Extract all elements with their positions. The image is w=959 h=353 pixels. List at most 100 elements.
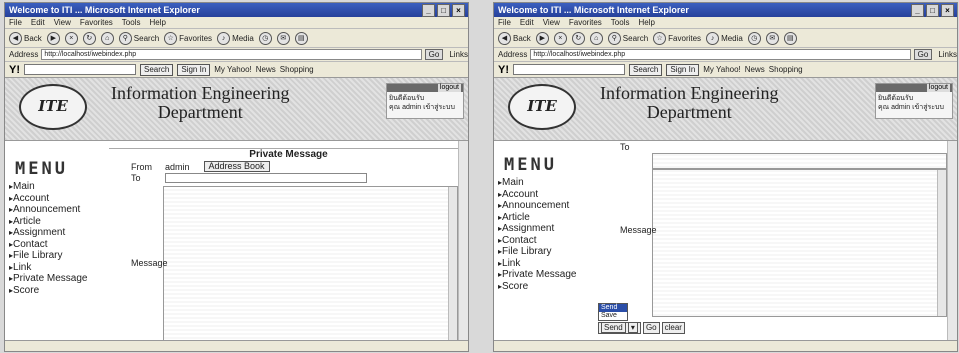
menu-view[interactable]: View	[543, 17, 560, 28]
menu-item-link[interactable]: Link	[5, 262, 109, 274]
links-label[interactable]: Links	[938, 50, 957, 59]
menu-item-file-library[interactable]: File Library	[5, 250, 109, 262]
refresh-icon[interactable]: ↻	[571, 31, 585, 45]
action-select[interactable]: Send ▾	[598, 322, 641, 334]
refresh-icon[interactable]: ↻	[82, 31, 96, 45]
menu-file[interactable]: File	[9, 17, 22, 28]
back-arrow-icon: ◀	[498, 31, 511, 45]
option-save[interactable]: Save	[599, 312, 627, 320]
go-submit-button[interactable]: Go	[642, 322, 660, 334]
print-icon[interactable]: ▤	[783, 31, 797, 45]
menu-item-private-message[interactable]: Private Message	[5, 273, 109, 285]
message-textarea[interactable]	[163, 186, 458, 344]
page-scrollbar[interactable]	[947, 141, 957, 341]
media-button[interactable]: ♪ Media	[706, 31, 743, 45]
address-label: Address	[9, 50, 39, 59]
menu-item-announcement[interactable]: Announcement	[494, 200, 598, 212]
option-send[interactable]: Send	[599, 304, 627, 312]
forward-arrow-icon[interactable]: ▶	[46, 31, 60, 45]
yahoo-search-input[interactable]	[513, 64, 625, 75]
menu-item-main[interactable]: Main	[494, 177, 598, 189]
back-button[interactable]: ◀ Back	[498, 31, 531, 45]
menu-item-article[interactable]: Article	[5, 216, 109, 228]
menu-tools[interactable]: Tools	[611, 17, 630, 28]
address-book-button[interactable]: Address Book	[203, 161, 270, 172]
search-button[interactable]: ⚲ Search	[607, 31, 648, 45]
address-input[interactable]: http://localhost/iwebindex.php	[41, 49, 422, 60]
home-icon[interactable]: ⌂	[100, 31, 114, 45]
go-button[interactable]: Go	[424, 49, 444, 60]
menu-item-main[interactable]: Main	[5, 181, 109, 193]
action-dropdown-list[interactable]: Send Save	[598, 303, 628, 321]
clear-button[interactable]: clear	[661, 322, 685, 334]
logout-button[interactable]: logout	[926, 84, 950, 92]
stop-icon[interactable]: ×	[64, 31, 78, 45]
back-button[interactable]: ◀ Back	[9, 31, 42, 45]
maximize-icon[interactable]: □	[437, 4, 450, 17]
menu-item-assignment[interactable]: Assignment	[494, 223, 598, 235]
close-icon[interactable]: ×	[941, 4, 954, 17]
menu-tools[interactable]: Tools	[122, 17, 141, 28]
yahoo-search-button[interactable]: Search	[629, 63, 663, 76]
minimize-icon[interactable]: _	[911, 4, 924, 17]
textarea-scrollbar[interactable]	[937, 170, 946, 316]
home-icon[interactable]: ⌂	[589, 31, 603, 45]
to-textarea[interactable]	[652, 153, 947, 169]
back-label: Back	[24, 33, 42, 43]
menu-item-announcement[interactable]: Announcement	[5, 204, 109, 216]
menu-item-score[interactable]: Score	[5, 285, 109, 297]
news-link[interactable]: News	[256, 65, 276, 74]
menu-favorites[interactable]: Favorites	[80, 17, 113, 28]
yahoo-signin-button[interactable]: Sign In	[666, 63, 700, 76]
menu-item-article[interactable]: Article	[494, 212, 598, 224]
menu-item-file-library[interactable]: File Library	[494, 246, 598, 258]
favorites-button[interactable]: ☆ Favorites	[653, 31, 701, 45]
mail-icon[interactable]: ✉	[276, 31, 290, 45]
yahoo-search-button[interactable]: Search	[140, 63, 174, 76]
menu-file[interactable]: File	[498, 17, 511, 28]
menu-item-account[interactable]: Account	[5, 193, 109, 205]
menu-help[interactable]: Help	[149, 17, 165, 28]
shopping-link[interactable]: Shopping	[769, 65, 803, 74]
message-textarea[interactable]	[652, 169, 947, 317]
logout-button[interactable]: logout	[437, 84, 461, 92]
yahoo-signin-button[interactable]: Sign In	[177, 63, 211, 76]
search-button[interactable]: ⚲ Search	[118, 31, 159, 45]
menu-item-score[interactable]: Score	[494, 281, 598, 293]
mail-icon[interactable]: ✉	[765, 31, 779, 45]
forward-arrow-icon[interactable]: ▶	[535, 31, 549, 45]
page-scrollbar[interactable]	[458, 141, 468, 341]
close-icon[interactable]: ×	[452, 4, 465, 17]
menu-item-assignment[interactable]: Assignment	[5, 227, 109, 239]
menu-item-private-message[interactable]: Private Message	[494, 269, 598, 281]
menu-edit[interactable]: Edit	[31, 17, 45, 28]
stop-icon[interactable]: ×	[553, 31, 567, 45]
go-button[interactable]: Go	[913, 49, 933, 60]
textarea-scrollbar[interactable]	[448, 187, 457, 343]
menu-item-link[interactable]: Link	[494, 258, 598, 270]
menu-item-contact[interactable]: Contact	[494, 235, 598, 247]
my-yahoo-link[interactable]: My Yahoo!	[703, 65, 741, 74]
shopping-link[interactable]: Shopping	[280, 65, 314, 74]
address-input[interactable]: http://localhost/iwebindex.php	[530, 49, 911, 60]
my-yahoo-link[interactable]: My Yahoo!	[214, 65, 252, 74]
history-icon[interactable]: ◷	[747, 31, 761, 45]
minimize-icon[interactable]: _	[422, 4, 435, 17]
menu-edit[interactable]: Edit	[520, 17, 534, 28]
yahoo-logo[interactable]: Y!	[9, 64, 20, 76]
menu-item-contact[interactable]: Contact	[5, 239, 109, 251]
links-label[interactable]: Links	[449, 50, 468, 59]
print-icon[interactable]: ▤	[294, 31, 308, 45]
history-icon[interactable]: ◷	[258, 31, 272, 45]
favorites-button[interactable]: ☆ Favorites	[164, 31, 212, 45]
media-button[interactable]: ♪ Media	[217, 31, 254, 45]
to-input[interactable]	[165, 172, 367, 183]
news-link[interactable]: News	[745, 65, 765, 74]
menu-item-account[interactable]: Account	[494, 189, 598, 201]
menu-help[interactable]: Help	[638, 17, 654, 28]
menu-favorites[interactable]: Favorites	[569, 17, 602, 28]
yahoo-logo[interactable]: Y!	[498, 64, 509, 76]
maximize-icon[interactable]: □	[926, 4, 939, 17]
yahoo-search-input[interactable]	[24, 64, 136, 75]
menu-view[interactable]: View	[54, 17, 71, 28]
